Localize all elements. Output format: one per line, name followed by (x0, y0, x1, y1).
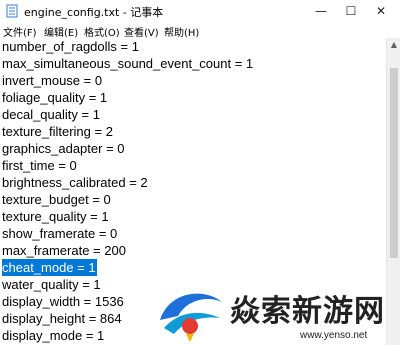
config-line[interactable]: display_height = 864 (2, 310, 122, 327)
config-line[interactable]: show_framerate = 0 (2, 225, 117, 242)
minimize-icon: — (315, 4, 327, 18)
minimize-button[interactable]: — (306, 2, 336, 20)
config-line[interactable]: display_width = 1536 (2, 293, 124, 310)
watermark-url: www.yenso.net (300, 330, 368, 341)
scroll-up-icon[interactable]: ▲ (387, 40, 400, 50)
selected-line[interactable]: cheat_mode = 1 (2, 259, 97, 276)
close-icon: ✕ (375, 4, 387, 18)
watermark-logo-icon (160, 293, 222, 342)
notepad-icon (6, 4, 18, 18)
menu-file[interactable]: 文件(F) (3, 24, 37, 39)
watermark: 焱索新游网 www.yenso.net (150, 280, 400, 345)
config-line[interactable]: number_of_ragdolls = 1 (2, 38, 139, 55)
title-bar: engine_config.txt - 记事本 — ☐ ✕ (0, 0, 400, 22)
config-line[interactable]: texture_quality = 1 (2, 208, 109, 225)
config-line[interactable]: texture_budget = 0 (2, 191, 111, 208)
watermark-text: 焱索新游网 (230, 294, 385, 329)
scrollbar-thumb[interactable] (390, 68, 398, 258)
config-line[interactable]: graphics_adapter = 0 (2, 140, 125, 157)
close-button[interactable]: ✕ (366, 2, 396, 20)
config-line[interactable]: water_quality = 1 (2, 276, 101, 293)
config-line[interactable]: texture_filtering = 2 (2, 123, 113, 140)
window-title: engine_config.txt - 记事本 (24, 6, 164, 19)
config-line[interactable]: first_time = 0 (2, 157, 77, 174)
menu-edit[interactable]: 编辑(E) (44, 24, 78, 39)
maximize-button[interactable]: ☐ (336, 2, 366, 20)
menu-view[interactable]: 查看(V) (124, 24, 159, 39)
config-line[interactable]: display_mode = 1 (2, 327, 104, 344)
menu-help[interactable]: 帮助(H) (164, 24, 199, 39)
menu-format[interactable]: 格式(O) (84, 24, 120, 39)
config-line[interactable]: max_framerate = 200 (2, 242, 126, 259)
config-line[interactable]: invert_mouse = 0 (2, 72, 102, 89)
menu-bar: 文件(F) 编辑(E) 格式(O) 查看(V) 帮助(H) (0, 22, 400, 39)
config-line[interactable]: decal_quality = 1 (2, 106, 100, 123)
config-line[interactable]: max_simultaneous_sound_event_count = 1 (2, 55, 253, 72)
config-line[interactable]: foliage_quality = 1 (2, 89, 107, 106)
maximize-icon: ☐ (345, 4, 357, 18)
config-line[interactable]: brightness_calibrated = 2 (2, 174, 148, 191)
